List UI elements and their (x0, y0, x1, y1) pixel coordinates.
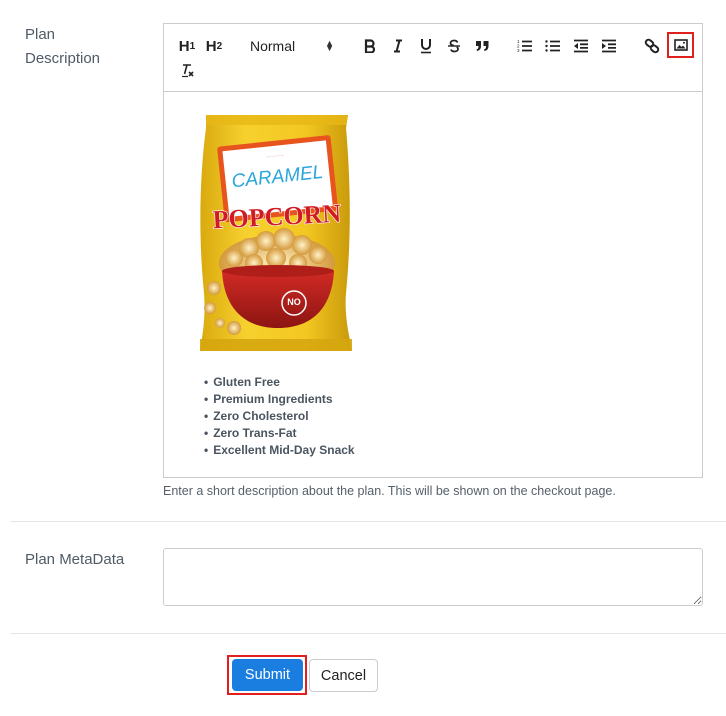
link-button[interactable] (642, 36, 662, 56)
outdent-icon (574, 39, 588, 53)
indent-icon (602, 39, 616, 53)
image-badge: NO (287, 297, 301, 307)
clear-format-button[interactable] (177, 61, 197, 81)
bullet-list-icon (545, 40, 560, 52)
ordered-list-button[interactable]: 123 (515, 36, 535, 56)
rich-text-editor: H1 H2 Normal ▲ ▼ 123 ~~~~ CARAMEL POPCOR… (163, 23, 703, 478)
strikethrough-icon (448, 39, 460, 53)
ordered-list-icon: 123 (517, 39, 532, 53)
bold-button[interactable] (360, 36, 380, 56)
blockquote-button[interactable] (472, 36, 492, 56)
list-item: Excellent Mid-Day Snack (204, 442, 354, 459)
clear-format-icon (182, 64, 194, 78)
format-picker[interactable]: Normal ▲ ▼ (250, 36, 342, 56)
bullet-list-button[interactable] (543, 36, 563, 56)
product-image: ~~~~ CARAMEL POPCORN NO (200, 115, 352, 351)
h1-letter: H (178, 37, 190, 55)
feature-list: Gluten Free Premium Ingredients Zero Cho… (204, 374, 355, 459)
underline-button[interactable] (416, 36, 436, 56)
list-item: Premium Ingredients (204, 391, 355, 408)
label-line-2: Description (25, 50, 101, 67)
svg-text:3: 3 (517, 48, 520, 53)
outdent-button[interactable] (571, 36, 591, 56)
cancel-button[interactable]: Cancel (309, 659, 378, 692)
list-item: Zero Cholesterol (204, 408, 355, 425)
list-item: Gluten Free (204, 374, 355, 391)
image-icon (673, 39, 688, 51)
h1-sub: 1 (189, 40, 196, 52)
editor-toolbar: H1 H2 Normal ▲ ▼ 123 (164, 24, 702, 92)
description-help-text: Enter a short description about the plan… (163, 484, 616, 498)
section-divider (10, 521, 726, 522)
section-divider (10, 633, 726, 634)
list-item: Zero Trans-Fat (204, 425, 355, 442)
link-icon (644, 38, 660, 54)
italic-button[interactable] (388, 36, 408, 56)
bold-icon (364, 39, 376, 53)
plan-metadata-input[interactable] (163, 548, 703, 606)
plan-description-label: Plan Description (25, 23, 135, 71)
quote-icon (475, 41, 488, 51)
plan-metadata-label: Plan MetaData (25, 551, 125, 568)
picker-arrows-icon: ▲ ▼ (325, 38, 334, 53)
label-line-1: Plan (25, 26, 56, 43)
image-button[interactable] (667, 32, 694, 58)
strikethrough-button[interactable] (444, 36, 464, 56)
format-picker-value: Normal (250, 38, 296, 54)
header-2-button[interactable]: H2 (204, 36, 224, 56)
submit-button[interactable]: Submit (232, 659, 303, 691)
header-1-button[interactable]: H1 (177, 36, 197, 56)
h2-sub: 2 (216, 40, 223, 52)
underline-icon (421, 39, 431, 54)
editor-content[interactable]: ~~~~ CARAMEL POPCORN NO Gluten Free Prem… (164, 93, 702, 477)
indent-button[interactable] (599, 36, 619, 56)
h2-letter: H (205, 37, 217, 55)
italic-icon (394, 39, 402, 53)
